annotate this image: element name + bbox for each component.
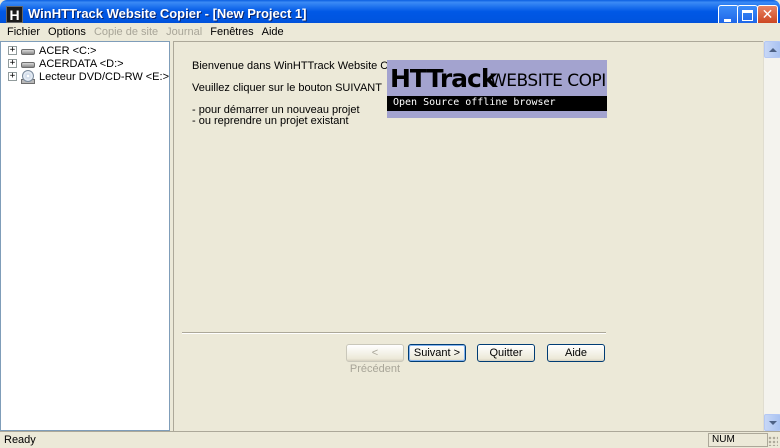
menu-bar: Fichier Options Copie de site Journal Fe… xyxy=(0,23,780,41)
button-divider xyxy=(182,332,606,334)
scroll-down-button[interactable] xyxy=(764,414,780,431)
scroll-up-button[interactable] xyxy=(764,41,780,58)
resize-grip-icon[interactable] xyxy=(768,436,778,446)
logo-small-text: WEBSITE COPIER xyxy=(490,71,607,91)
httrack-logo-banner: HTTrack WEBSITE COPIER Open Source offli… xyxy=(387,60,607,118)
arrow-up-icon xyxy=(769,48,777,52)
drive-tree[interactable]: + ACER <C:> + ACERDATA <D:> + Lecteur DV… xyxy=(0,41,170,431)
tree-item-label: ACERDATA <D:> xyxy=(39,57,124,70)
hard-drive-icon xyxy=(21,60,35,68)
menu-options[interactable]: Options xyxy=(44,26,90,38)
tree-item-dvd-e[interactable]: + Lecteur DVD/CD-RW <E:> xyxy=(8,69,170,84)
maximize-icon xyxy=(742,10,753,21)
expand-icon[interactable]: + xyxy=(8,59,17,68)
tree-item-acer-c[interactable]: + ACER <C:> xyxy=(8,44,96,57)
vertical-scrollbar[interactable] xyxy=(763,41,780,431)
option-resume-project: - ou reprendre un projet existant xyxy=(192,115,349,127)
tree-item-label: Lecteur DVD/CD-RW <E:> xyxy=(39,70,170,83)
status-bar: Ready NUM xyxy=(0,431,780,448)
wizard-panel: Bienvenue dans WinHTTrack Website Copier… xyxy=(173,41,763,431)
logo-main-text: HTTrack xyxy=(390,64,498,93)
cd-drive-icon xyxy=(21,69,35,84)
quit-button[interactable]: Quitter xyxy=(477,344,535,362)
previous-button: < Précédent xyxy=(346,344,404,375)
arrow-down-icon xyxy=(769,421,777,425)
window-title: WinHTTrack Website Copier - [New Project… xyxy=(28,6,307,21)
status-text: Ready xyxy=(4,434,36,446)
menu-journal: Journal xyxy=(166,26,203,38)
expand-icon[interactable]: + xyxy=(8,72,17,81)
expand-icon[interactable]: + xyxy=(8,46,17,55)
logo-tagline: Open Source offline browser xyxy=(393,97,556,108)
hard-drive-icon xyxy=(21,47,35,55)
tree-item-acerdata-d[interactable]: + ACERDATA <D:> xyxy=(8,57,124,70)
help-button[interactable]: Aide xyxy=(547,344,605,362)
instruction-text: Veuillez cliquer sur le bouton SUIVANT xyxy=(192,82,382,94)
next-button[interactable]: Suivant > xyxy=(408,344,466,362)
menu-aide[interactable]: Aide xyxy=(258,26,288,38)
app-icon[interactable]: H xyxy=(6,6,23,23)
menu-fichier[interactable]: Fichier xyxy=(3,26,44,38)
num-lock-indicator: NUM xyxy=(708,433,768,447)
welcome-text: Bienvenue dans WinHTTrack Website Copier… xyxy=(192,60,416,72)
minimize-icon xyxy=(724,19,731,22)
menu-fenetres[interactable]: Fenêtres xyxy=(206,26,257,38)
menu-copie-de-site: Copie de site xyxy=(93,26,159,38)
tree-item-label: ACER <C:> xyxy=(39,44,97,57)
